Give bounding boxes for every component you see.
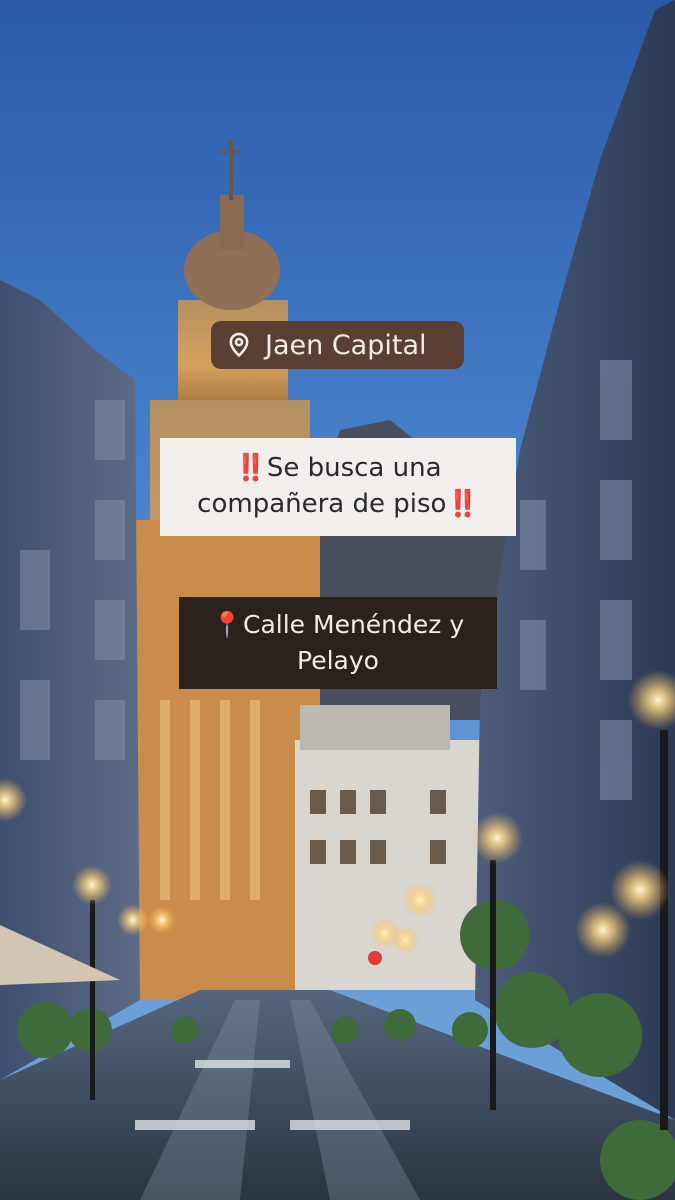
double-exclamation-icon: ‼️ — [446, 489, 479, 519]
round-pushpin-icon: 📍 — [211, 610, 243, 639]
address-card: 📍Calle Menéndez y Pelayo — [179, 597, 497, 689]
headline-card: ‼️Se busca una compañera de piso‼️ — [160, 438, 516, 536]
double-exclamation-icon: ‼️ — [234, 453, 267, 483]
location-pin-icon — [229, 332, 249, 357]
location-badge: Jaen Capital — [211, 321, 464, 369]
address-text: Calle Menéndez y Pelayo — [243, 610, 465, 675]
location-label: Jaen Capital — [265, 329, 427, 361]
